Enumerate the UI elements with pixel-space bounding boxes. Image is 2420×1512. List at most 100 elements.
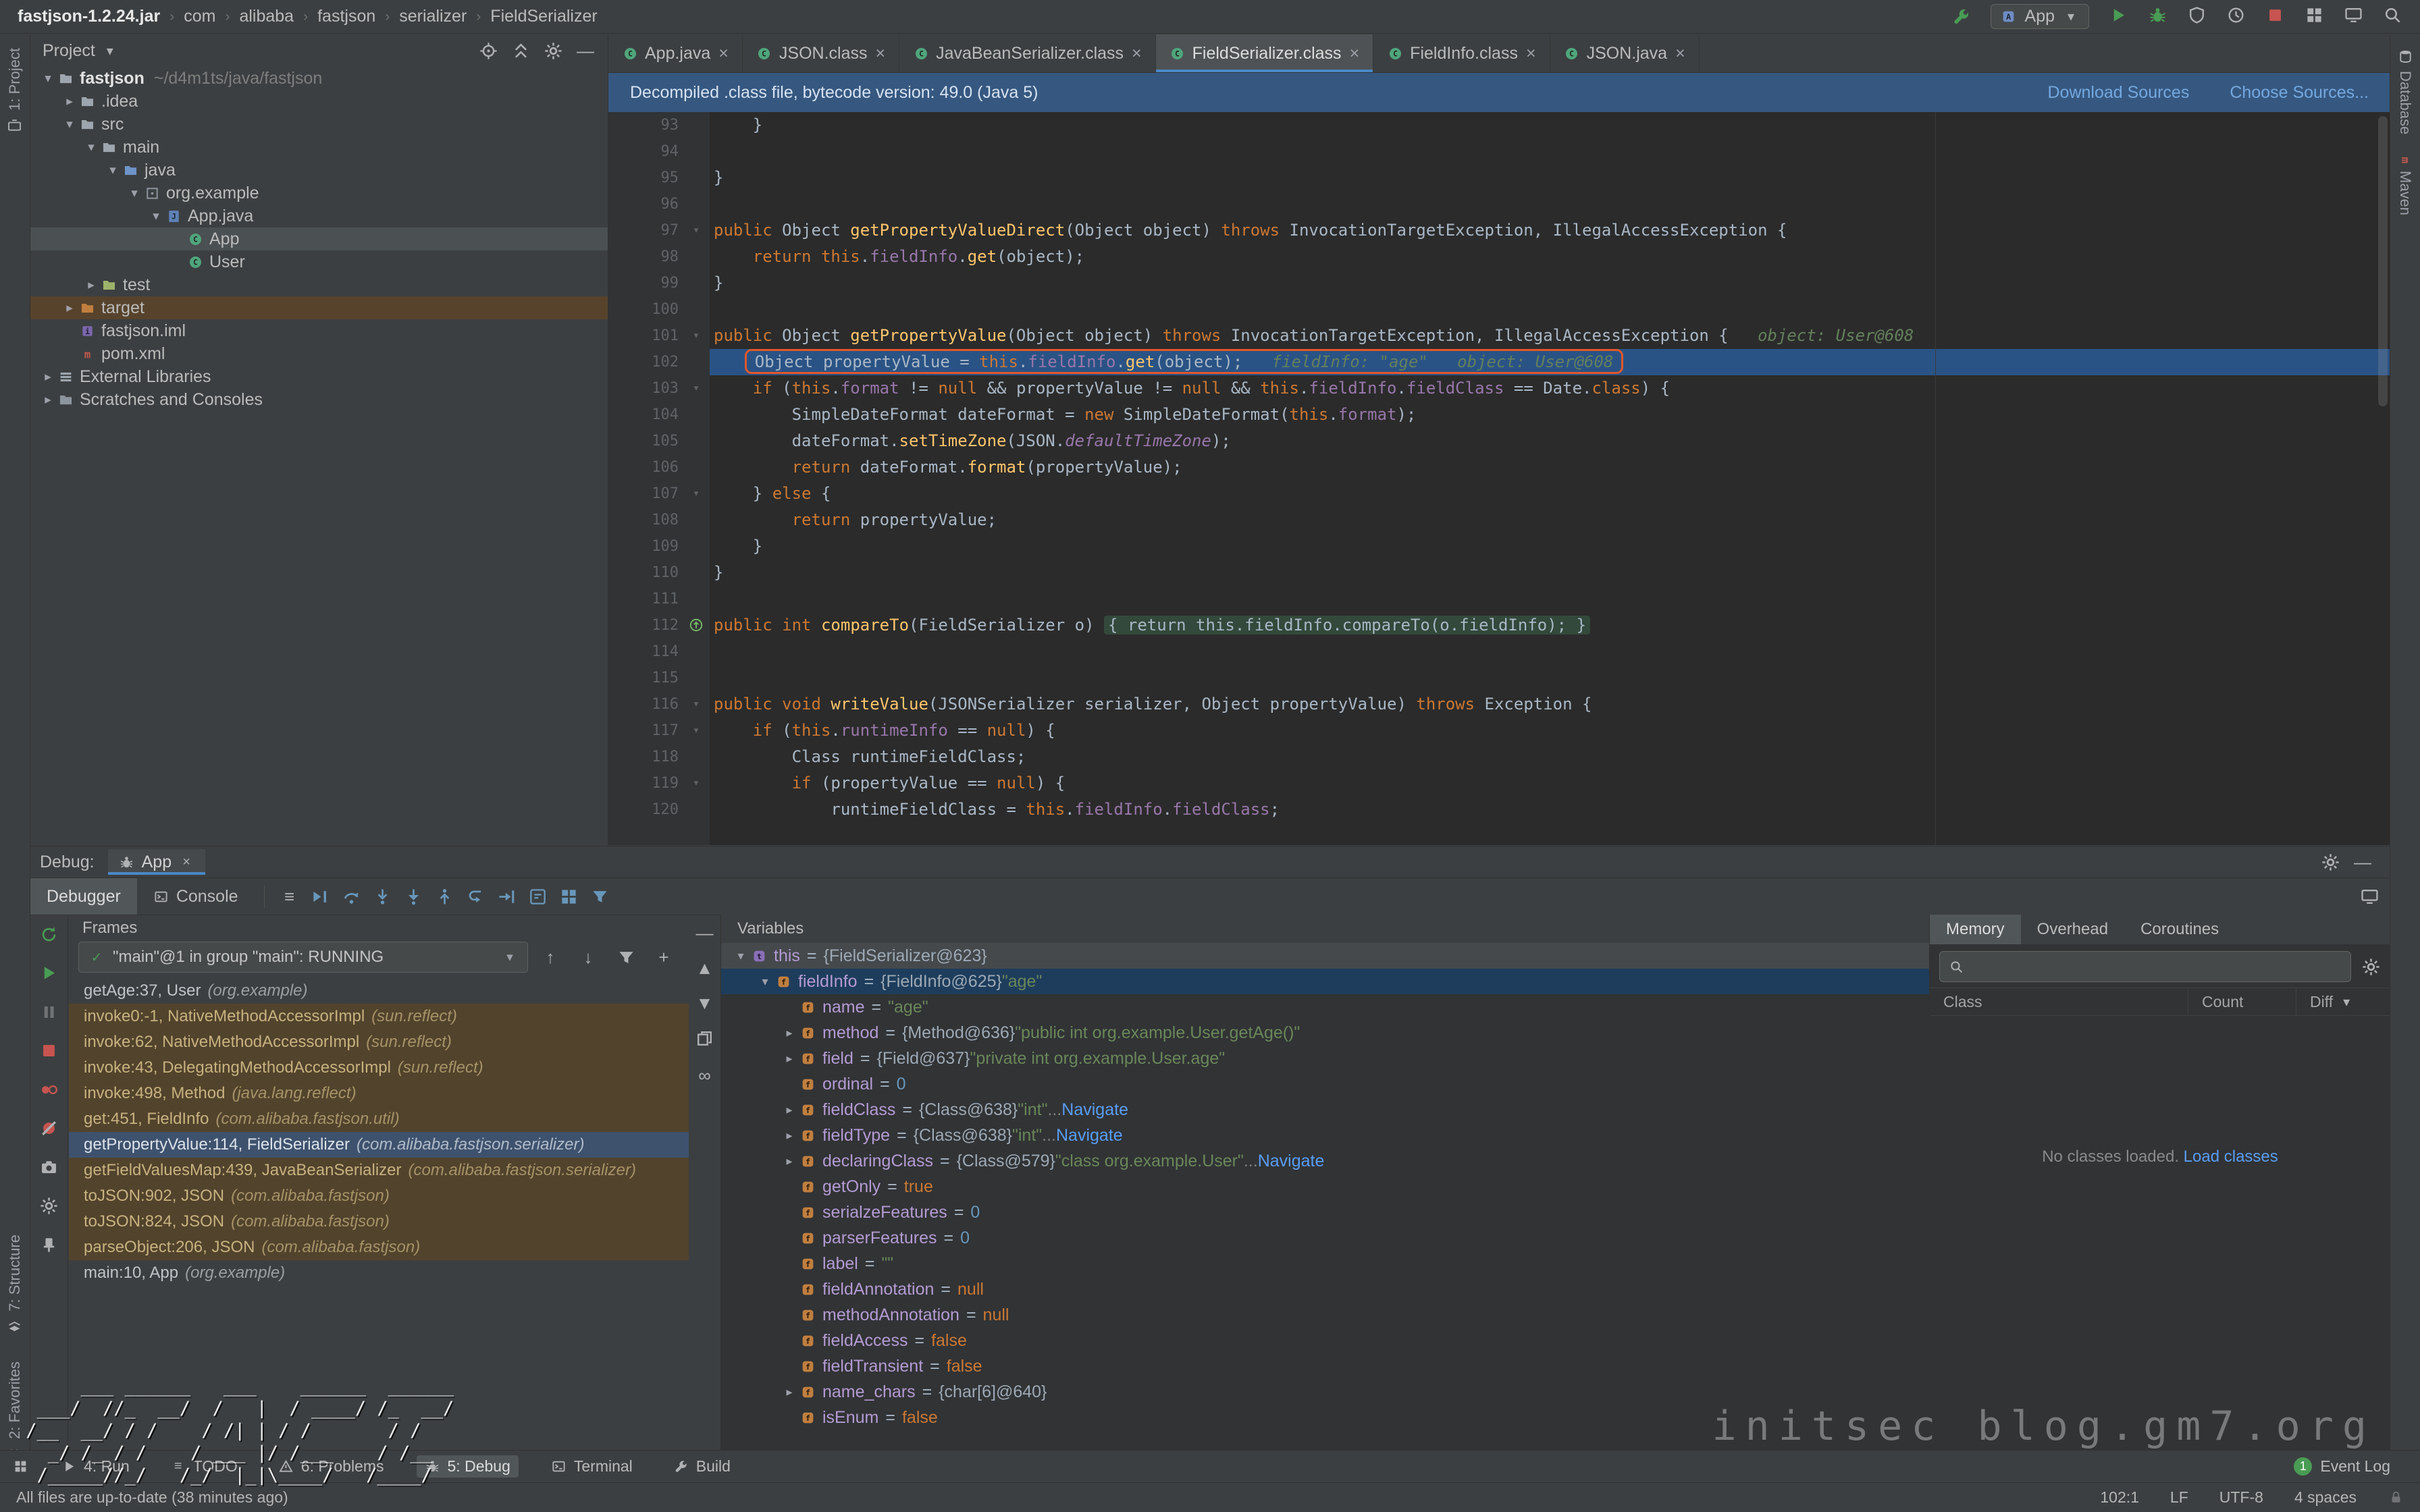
frame-invoke-43[interactable]: invoke:43, DelegatingMethodAccessorImpl(… <box>69 1055 689 1081</box>
frame-get-451[interactable]: get:451, FieldInfo(com.alibaba.fastjson.… <box>69 1106 689 1132</box>
scroll-up-button[interactable]: ▲ <box>695 958 715 978</box>
variable-row-serialzefeatures[interactable]: fserialzeFeatures=0 <box>721 1199 1929 1225</box>
close-icon[interactable]: × <box>1132 44 1142 63</box>
tool-windows-button[interactable] <box>2304 5 2324 28</box>
variable-row-methodannotation[interactable]: fmethodAnnotation=null <box>721 1302 1929 1328</box>
coverage-button[interactable] <box>2186 5 2207 28</box>
variable-row-field[interactable]: ▸ffield={Field@637} "private int org.exa… <box>721 1046 1929 1071</box>
code-line-117[interactable]: 117▾ if (this.runtimeInfo == null) { <box>608 718 2390 744</box>
chevron-collapsed-icon[interactable]: ▸ <box>779 1385 799 1399</box>
debug-tab-console[interactable]: Console <box>137 878 255 915</box>
code-line-110[interactable]: 110} <box>608 560 2390 586</box>
close-icon[interactable]: × <box>1675 44 1685 63</box>
frame-invoke0-1[interactable]: invoke0:-1, NativeMethodAccessorImpl(sun… <box>69 1004 689 1029</box>
banner-link-choose-sources[interactable]: Choose Sources... <box>2230 83 2369 103</box>
frame-tojson-902[interactable]: toJSON:902, JSON(com.alibaba.fastjson) <box>69 1183 689 1209</box>
breadcrumb-item-fieldserializer[interactable]: FieldSerializer <box>490 7 597 26</box>
memory-tab-memory[interactable]: Memory <box>1930 915 2021 944</box>
tool-window-button-terminal[interactable]: Terminal <box>543 1455 641 1478</box>
minus-icon[interactable]: — <box>575 40 596 61</box>
rerun-button[interactable] <box>39 924 59 947</box>
read-lock-icon[interactable] <box>2388 1490 2404 1506</box>
breadcrumb-item-com[interactable]: com <box>184 7 215 26</box>
code-line-101[interactable]: 101▾public Object getPropertyValue(Objec… <box>608 323 2390 349</box>
chevron-collapsed-icon[interactable]: ▸ <box>38 369 57 385</box>
close-icon[interactable]: × <box>178 854 194 870</box>
caret-position-widget[interactable]: 102:1 <box>2100 1488 2139 1507</box>
tree-item-idea[interactable]: ▸.idea <box>30 90 608 113</box>
tree-item-scratches-and-consoles[interactable]: ▸Scratches and Consoles <box>30 388 608 411</box>
tree-item-test[interactable]: ▸test <box>30 273 608 296</box>
variable-row-label[interactable]: flabel="" <box>721 1251 1929 1276</box>
code-line-109[interactable]: 109 } <box>608 533 2390 560</box>
tree-item-fastjson[interactable]: ▾fastjson~/d4m1ts/java/fastjson <box>30 67 608 90</box>
breadcrumb-item-serializer[interactable]: serializer <box>399 7 467 26</box>
layout-menu-button[interactable]: ≡ <box>274 882 305 911</box>
variable-row-name-chars[interactable]: ▸fname_chars={char[6]@640} <box>721 1379 1929 1405</box>
previous-frame-button[interactable]: ↑ <box>535 943 566 971</box>
code-line-98[interactable]: 98 return this.fieldInfo.get(object); <box>608 244 2390 270</box>
stripe-button-database[interactable]: Database <box>2396 48 2414 134</box>
line-separator-widget[interactable]: LF <box>2170 1488 2188 1507</box>
debug-session-tab[interactable]: App × <box>108 849 205 875</box>
drop-frame-button[interactable] <box>461 882 492 911</box>
tree-item-app-java[interactable]: ▾JApp.java <box>30 205 608 227</box>
code-line-115[interactable]: 115 <box>608 665 2390 691</box>
memory-tab-overhead[interactable]: Overhead <box>2021 915 2124 944</box>
code-line-119[interactable]: 119▾ if (propertyValue == null) { <box>608 770 2390 796</box>
override-gutter-icon[interactable] <box>683 612 710 639</box>
code-line-107[interactable]: 107▾ } else { <box>608 481 2390 507</box>
chevron-expanded-icon[interactable]: ▾ <box>38 71 57 86</box>
variable-row-fieldaccess[interactable]: ffieldAccess=false <box>721 1328 1929 1353</box>
fold-marker-icon[interactable]: ▾ <box>683 481 710 507</box>
next-frame-button[interactable]: ↓ <box>573 943 604 971</box>
code-line-100[interactable]: 100 <box>608 296 2390 323</box>
stripe-button-7-structure[interactable]: 7: Structure <box>6 1235 24 1334</box>
encoding-widget[interactable]: UTF-8 <box>2219 1488 2263 1507</box>
frame-parseobject-206[interactable]: parseObject:206, JSON(com.alibaba.fastjs… <box>69 1235 689 1260</box>
stripe-button-1-project[interactable]: 1: Project <box>6 48 24 134</box>
chevron-expanded-icon[interactable]: ▾ <box>147 209 165 224</box>
hide-library-frames-button[interactable] <box>610 943 641 971</box>
layout-settings-icon[interactable] <box>2359 886 2379 907</box>
variable-row-fieldtransient[interactable]: ffieldTransient=false <box>721 1353 1929 1379</box>
editor-tab-app-java[interactable]: CApp.java× <box>608 34 743 72</box>
build-icon[interactable] <box>1951 7 1972 27</box>
code-line-108[interactable]: 108 return propertyValue; <box>608 507 2390 533</box>
code-line-93[interactable]: 93 } <box>608 112 2390 138</box>
memory-search-input[interactable] <box>1939 951 2351 982</box>
tree-item-app[interactable]: CApp <box>30 227 608 250</box>
editor-tab-javabeanserializer-class[interactable]: CJavaBeanSerializer.class× <box>899 34 1156 72</box>
frame-tojson-824[interactable]: toJSON:824, JSON(com.alibaba.fastjson) <box>69 1209 689 1235</box>
pause-button[interactable] <box>39 1002 59 1025</box>
code-line-99[interactable]: 99} <box>608 270 2390 296</box>
gear-icon[interactable] <box>543 40 563 61</box>
code-line-120[interactable]: 120 runtimeFieldClass = this.fieldInfo.f… <box>608 796 2390 823</box>
tree-item-pom-xml[interactable]: mpom.xml <box>30 342 608 365</box>
fold-marker-icon[interactable]: ▾ <box>683 217 710 244</box>
close-icon[interactable]: × <box>1350 44 1360 63</box>
thread-dump-button[interactable] <box>39 1157 59 1180</box>
variable-row-fieldinfo[interactable]: ▾ffieldInfo={FieldInfo@625} "age" <box>721 969 1929 994</box>
tree-item-user[interactable]: CUser <box>30 250 608 273</box>
variable-row-this[interactable]: ▾tthis={FieldSerializer@623} <box>721 943 1929 969</box>
chevron-collapsed-icon[interactable]: ▸ <box>82 277 101 293</box>
evaluate-expression-button[interactable] <box>523 882 554 911</box>
run-to-cursor-button[interactable] <box>492 882 523 911</box>
filter-button[interactable] <box>585 882 616 911</box>
tool-window-button-build[interactable]: Build <box>665 1455 739 1478</box>
stop-button[interactable] <box>2265 5 2285 28</box>
chevron-collapsed-icon[interactable]: ▸ <box>60 300 79 316</box>
memory-column-class[interactable]: Class <box>1930 993 2188 1011</box>
fold-marker-icon[interactable]: ▾ <box>683 770 710 796</box>
variable-row-method[interactable]: ▸fmethod={Method@636} "public int org.ex… <box>721 1020 1929 1046</box>
memory-column-count[interactable]: Count <box>2188 988 2296 1015</box>
copy-stack-button[interactable] <box>695 1028 715 1051</box>
step-out-button[interactable] <box>429 882 461 911</box>
chevron-collapsed-icon[interactable]: ▸ <box>779 1154 799 1168</box>
run-button[interactable] <box>2108 5 2128 28</box>
variable-row-parserfeatures[interactable]: fparserFeatures=0 <box>721 1225 1929 1251</box>
fold-marker-icon[interactable]: ▾ <box>683 323 710 349</box>
chevron-collapsed-icon[interactable]: ▸ <box>779 1129 799 1143</box>
breadcrumb-item-fastjson-1-2-24-jar[interactable]: fastjson-1.2.24.jar <box>18 7 160 26</box>
